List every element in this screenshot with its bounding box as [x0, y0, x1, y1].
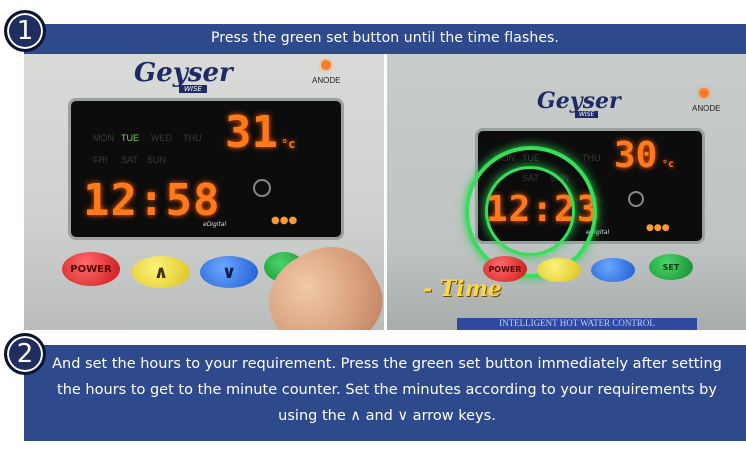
controller-photo-right: Geyser WISE ANODE MON TUE THU SAT SUN 30… — [387, 54, 746, 330]
step-1-text: Press the green set button until the tim… — [211, 30, 559, 46]
step-2-number-badge: 2 — [4, 333, 46, 375]
controller-photo-left: Geyser WISE ANODE MON TUE WED THU FRI SA… — [24, 54, 384, 330]
step-1-banner: Press the green set button until the tim… — [24, 24, 746, 54]
set-button[interactable]: SET — [649, 254, 693, 280]
temperature-unit: °c — [281, 137, 296, 151]
lcd-display: MON TUE WED THU FRI SAT SUN 31 °c 12:58 … — [68, 98, 344, 240]
control-strip-label: INTELLIGENT HOT WATER CONTROL — [457, 318, 697, 330]
day-wed: WED — [151, 133, 172, 143]
clock-icon — [253, 179, 271, 197]
day-mon: MON — [93, 133, 114, 143]
water-drops-icon: ●●● — [646, 223, 670, 233]
power-button[interactable]: POWER — [62, 252, 120, 286]
up-arrow-button[interactable]: ∧ — [132, 256, 190, 288]
day-thu: THU — [183, 133, 202, 143]
day-sun: SUN — [147, 155, 167, 165]
down-arrow-button[interactable]: ∨ — [200, 256, 258, 288]
day-sat: SAT — [121, 155, 138, 165]
day-tue: TUE — [121, 133, 139, 143]
edigital-label: eDigital — [203, 221, 227, 228]
pressing-finger — [252, 230, 384, 330]
brand-logo: Geyser — [134, 58, 233, 88]
step-1-number-badge: 1 — [4, 10, 46, 52]
day-thu: THU — [582, 153, 601, 163]
time-caption: - Time — [423, 276, 502, 302]
brand-logo-sub: WISE — [179, 85, 207, 93]
day-fri: FRI — [93, 155, 108, 165]
anode-label: ANODE — [312, 76, 341, 85]
anode-led-icon — [699, 88, 709, 98]
anode-led-icon — [321, 60, 331, 70]
temperature-readout: 30 — [614, 135, 658, 176]
water-drops-icon: ●●● — [271, 215, 298, 226]
step-2-text: And set the hours to your requirement. P… — [52, 356, 722, 424]
brand-logo-sub: WISE — [575, 111, 599, 118]
clock-icon — [628, 191, 644, 207]
instruction-photos: Geyser WISE ANODE MON TUE WED THU FRI SA… — [24, 54, 746, 330]
highlight-ring-inner-icon — [485, 166, 575, 256]
anode-label: ANODE — [692, 104, 721, 113]
temperature-unit: °c — [662, 159, 675, 170]
time-readout: 12:58 — [83, 175, 221, 226]
temperature-readout: 31 — [225, 107, 278, 158]
up-arrow-button[interactable] — [537, 258, 581, 282]
step-2-banner: And set the hours to your requirement. P… — [24, 345, 746, 441]
down-arrow-button[interactable] — [591, 258, 635, 282]
